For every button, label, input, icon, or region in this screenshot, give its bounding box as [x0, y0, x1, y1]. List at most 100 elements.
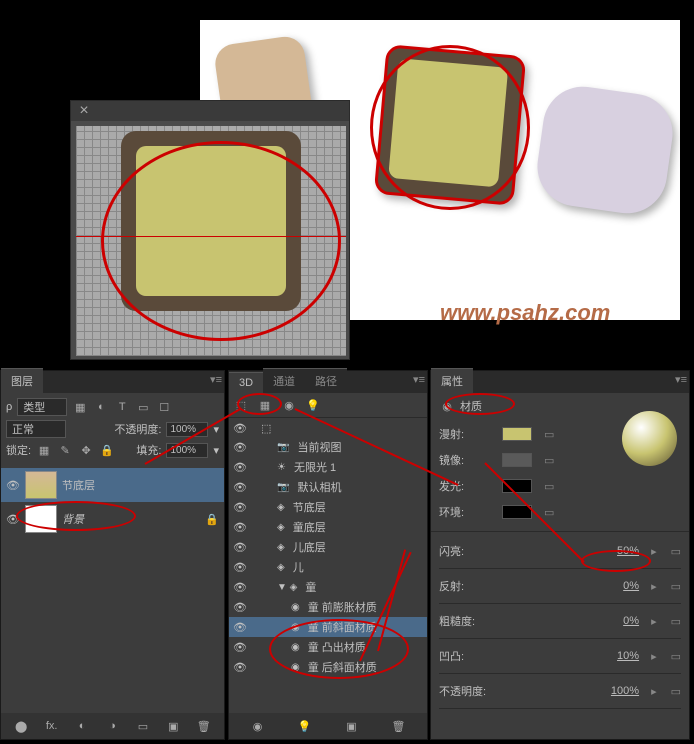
texture-folder-icon[interactable]: ▭: [544, 454, 554, 467]
panel-menu-icon[interactable]: ▾≡: [675, 373, 687, 386]
tab-3d[interactable]: 3D: [229, 372, 263, 393]
panel-menu-icon[interactable]: ▾≡: [413, 373, 425, 386]
color-swatch[interactable]: [502, 453, 532, 467]
tree-item[interactable]: 👁◈儿底层: [229, 537, 427, 557]
detail-view-panel[interactable]: ×: [70, 100, 350, 360]
tree-item[interactable]: 👁◉童 凸出材质: [229, 637, 427, 657]
filter-adjust-icon[interactable]: ◐: [93, 399, 109, 415]
prop-value[interactable]: 10%: [595, 650, 643, 662]
tree-item-env[interactable]: 👁⬚: [229, 420, 427, 437]
filter-shape-icon[interactable]: ▭: [135, 399, 151, 415]
tree-item[interactable]: 👁◉童 前斜面材质: [229, 617, 427, 637]
render-icon[interactable]: ◉: [250, 718, 266, 734]
visibility-icon[interactable]: 👁: [233, 521, 247, 534]
visibility-icon[interactable]: 👁: [233, 661, 247, 674]
trash-icon[interactable]: 🗑: [196, 718, 212, 734]
filter-light-icon[interactable]: 💡: [305, 397, 321, 413]
chevron-down-icon[interactable]: ▾: [213, 444, 219, 457]
fx-icon[interactable]: fx.: [44, 718, 60, 734]
prop-value[interactable]: 50%: [595, 545, 643, 557]
visibility-icon[interactable]: 👁: [233, 481, 247, 494]
tab-channels[interactable]: 通道: [263, 368, 305, 393]
layer-thumbnail[interactable]: [25, 471, 57, 499]
layer-name[interactable]: 背景: [62, 511, 84, 527]
light-icon[interactable]: 💡: [297, 718, 313, 734]
color-swatch[interactable]: [502, 505, 532, 519]
tree-item[interactable]: 👁📷默认相机: [229, 477, 427, 497]
visibility-icon[interactable]: 👁: [233, 621, 247, 634]
texture-folder-icon[interactable]: ▭: [671, 685, 681, 698]
prop-value[interactable]: 0%: [595, 615, 643, 627]
visibility-icon[interactable]: 👁: [233, 541, 247, 554]
tree-item[interactable]: 👁◈童底层: [229, 517, 427, 537]
layer-name[interactable]: 节底层: [62, 477, 95, 493]
adjustment-icon[interactable]: ◑: [104, 718, 120, 734]
lock-all-icon[interactable]: 🔒: [99, 442, 115, 458]
layer-item[interactable]: 👁 背景 🔒: [1, 502, 224, 536]
visibility-icon[interactable]: 👁: [6, 479, 20, 492]
tree-item[interactable]: 👁▼ ◈童: [229, 577, 427, 597]
filter-mesh-icon[interactable]: ▦: [257, 397, 273, 413]
new-icon[interactable]: ▣: [344, 718, 360, 734]
layer-thumbnail[interactable]: [25, 505, 57, 533]
visibility-icon[interactable]: 👁: [233, 581, 247, 594]
texture-folder-icon[interactable]: ▭: [544, 480, 554, 493]
slider-icon[interactable]: ▸: [651, 615, 657, 628]
folder-icon[interactable]: ▭: [135, 718, 151, 734]
close-icon[interactable]: ×: [76, 103, 92, 119]
color-swatch[interactable]: [502, 427, 532, 441]
visibility-icon[interactable]: 👁: [233, 641, 247, 654]
texture-folder-icon[interactable]: ▭: [671, 580, 681, 593]
filter-material-icon[interactable]: ◉: [281, 397, 297, 413]
material-preview-sphere[interactable]: [622, 411, 677, 466]
slider-icon[interactable]: ▸: [651, 580, 657, 593]
slider-icon[interactable]: ▸: [651, 685, 657, 698]
tree-item[interactable]: 👁◈节底层: [229, 497, 427, 517]
fill-input[interactable]: 100%: [166, 443, 208, 458]
tree-item[interactable]: 👁◉童 前膨胀材质: [229, 597, 427, 617]
texture-folder-icon[interactable]: ▭: [544, 506, 554, 519]
tab-layers[interactable]: 图层: [1, 368, 43, 393]
visibility-icon[interactable]: 👁: [6, 513, 20, 526]
visibility-icon[interactable]: 👁: [233, 501, 247, 514]
mask-icon[interactable]: ◐: [74, 718, 90, 734]
visibility-icon[interactable]: 👁: [233, 441, 247, 454]
layer-kind-dropdown[interactable]: 类型: [17, 398, 67, 416]
slider-icon[interactable]: ▸: [651, 545, 657, 558]
filter-smart-icon[interactable]: ☐: [156, 399, 172, 415]
tree-item[interactable]: 👁◈儿: [229, 557, 427, 577]
visibility-icon[interactable]: 👁: [233, 422, 247, 435]
visibility-icon[interactable]: 👁: [233, 461, 247, 474]
lock-transparent-icon[interactable]: ▦: [36, 442, 52, 458]
opacity-input[interactable]: 100%: [166, 422, 208, 437]
tab-properties[interactable]: 属性: [431, 368, 473, 393]
blend-mode-dropdown[interactable]: 正常: [6, 420, 66, 438]
texture-folder-icon[interactable]: ▭: [671, 650, 681, 663]
link-layers-icon[interactable]: ⬤: [13, 718, 29, 734]
slider-icon[interactable]: ▸: [651, 650, 657, 663]
filter-pixel-icon[interactable]: ▦: [72, 399, 88, 415]
tree-item[interactable]: 👁◉童 后斜面材质: [229, 657, 427, 677]
detail-panel-header[interactable]: ×: [71, 101, 349, 121]
lock-position-icon[interactable]: ✥: [78, 442, 94, 458]
tree-item[interactable]: 👁📷当前视图: [229, 437, 427, 457]
lock-paint-icon[interactable]: ✎: [57, 442, 73, 458]
color-swatch[interactable]: [502, 479, 532, 493]
layer-item[interactable]: 👁 节底层: [1, 468, 224, 502]
prop-value[interactable]: 100%: [595, 685, 643, 697]
chevron-down-icon[interactable]: ▾: [213, 423, 219, 436]
visibility-icon[interactable]: 👁: [233, 601, 247, 614]
filter-scene-icon[interactable]: ⬚: [233, 397, 249, 413]
texture-folder-icon[interactable]: ▭: [544, 428, 554, 441]
tab-paths[interactable]: 路径: [305, 368, 347, 393]
visibility-icon[interactable]: 👁: [233, 561, 247, 574]
prop-value[interactable]: 0%: [595, 580, 643, 592]
filter-type-icon[interactable]: T: [114, 399, 130, 415]
panel-menu-icon[interactable]: ▾≡: [210, 373, 222, 386]
texture-folder-icon[interactable]: ▭: [671, 615, 681, 628]
trash-icon[interactable]: 🗑: [391, 718, 407, 734]
texture-folder-icon[interactable]: ▭: [671, 545, 681, 558]
new-layer-icon[interactable]: ▣: [165, 718, 181, 734]
tree-item[interactable]: 👁☀无限光 1: [229, 457, 427, 477]
lock-label: 锁定:: [6, 442, 31, 458]
